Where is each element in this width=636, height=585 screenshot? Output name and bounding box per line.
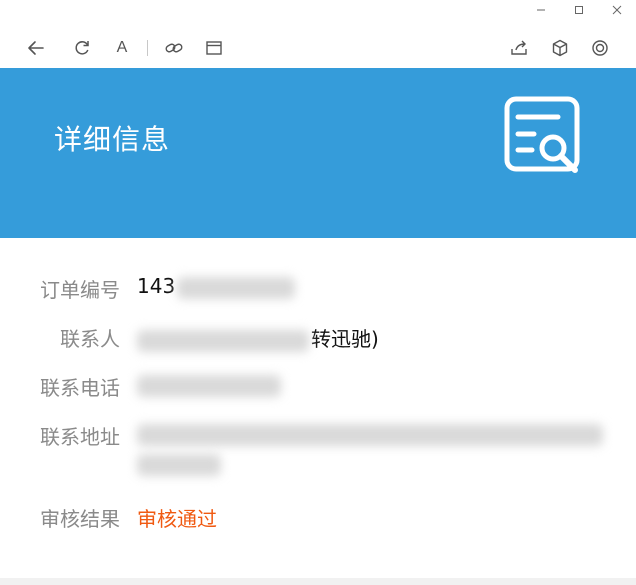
contact-visible: 转迅驰) <box>311 327 379 351</box>
phone-redacted <box>137 374 281 397</box>
maximize-icon[interactable] <box>560 0 598 20</box>
phone-label: 联系电话 <box>40 376 120 400</box>
toolbar-separator <box>147 40 148 56</box>
audit-status-value: 审核通过 <box>137 507 217 531</box>
window-icon[interactable] <box>204 38 224 58</box>
font-icon[interactable]: A <box>112 38 132 58</box>
refresh-icon[interactable] <box>72 38 92 58</box>
contact-redacted <box>137 329 309 352</box>
minimize-icon[interactable] <box>522 0 560 20</box>
share-icon[interactable] <box>509 38 529 58</box>
page-title: 详细信息 <box>54 123 171 156</box>
audit-result-label: 审核结果 <box>40 507 120 531</box>
address-value-line2 <box>137 451 221 476</box>
toolbar: A <box>0 30 636 66</box>
contact-value: 转迅驰) <box>137 323 379 352</box>
address-label: 联系地址 <box>40 425 120 449</box>
settings-icon[interactable] <box>590 38 610 58</box>
link-icon[interactable] <box>164 38 184 58</box>
order-number-label: 订单编号 <box>40 278 120 302</box>
back-arrow-icon[interactable] <box>26 38 46 58</box>
contact-label: 联系人 <box>60 327 120 351</box>
order-number-visible: 143 <box>137 274 176 298</box>
header-banner: 详细信息 <box>0 68 636 238</box>
footer-strip <box>0 578 636 585</box>
font-glyph: A <box>116 39 128 56</box>
address-redacted-line1 <box>137 423 603 446</box>
search-document-icon <box>500 94 584 178</box>
close-icon[interactable] <box>598 0 636 20</box>
address-value <box>137 421 603 446</box>
window-controls <box>522 0 636 20</box>
cube-icon[interactable] <box>550 38 570 58</box>
order-number-value: 143 <box>137 274 296 299</box>
phone-value <box>137 372 281 397</box>
order-number-redacted <box>177 276 296 299</box>
details-panel: 订单编号 143 联系人 转迅驰) 联系电话 联系地址 审核结果 审核通过 <box>0 238 636 578</box>
address-redacted-line2 <box>137 453 221 476</box>
